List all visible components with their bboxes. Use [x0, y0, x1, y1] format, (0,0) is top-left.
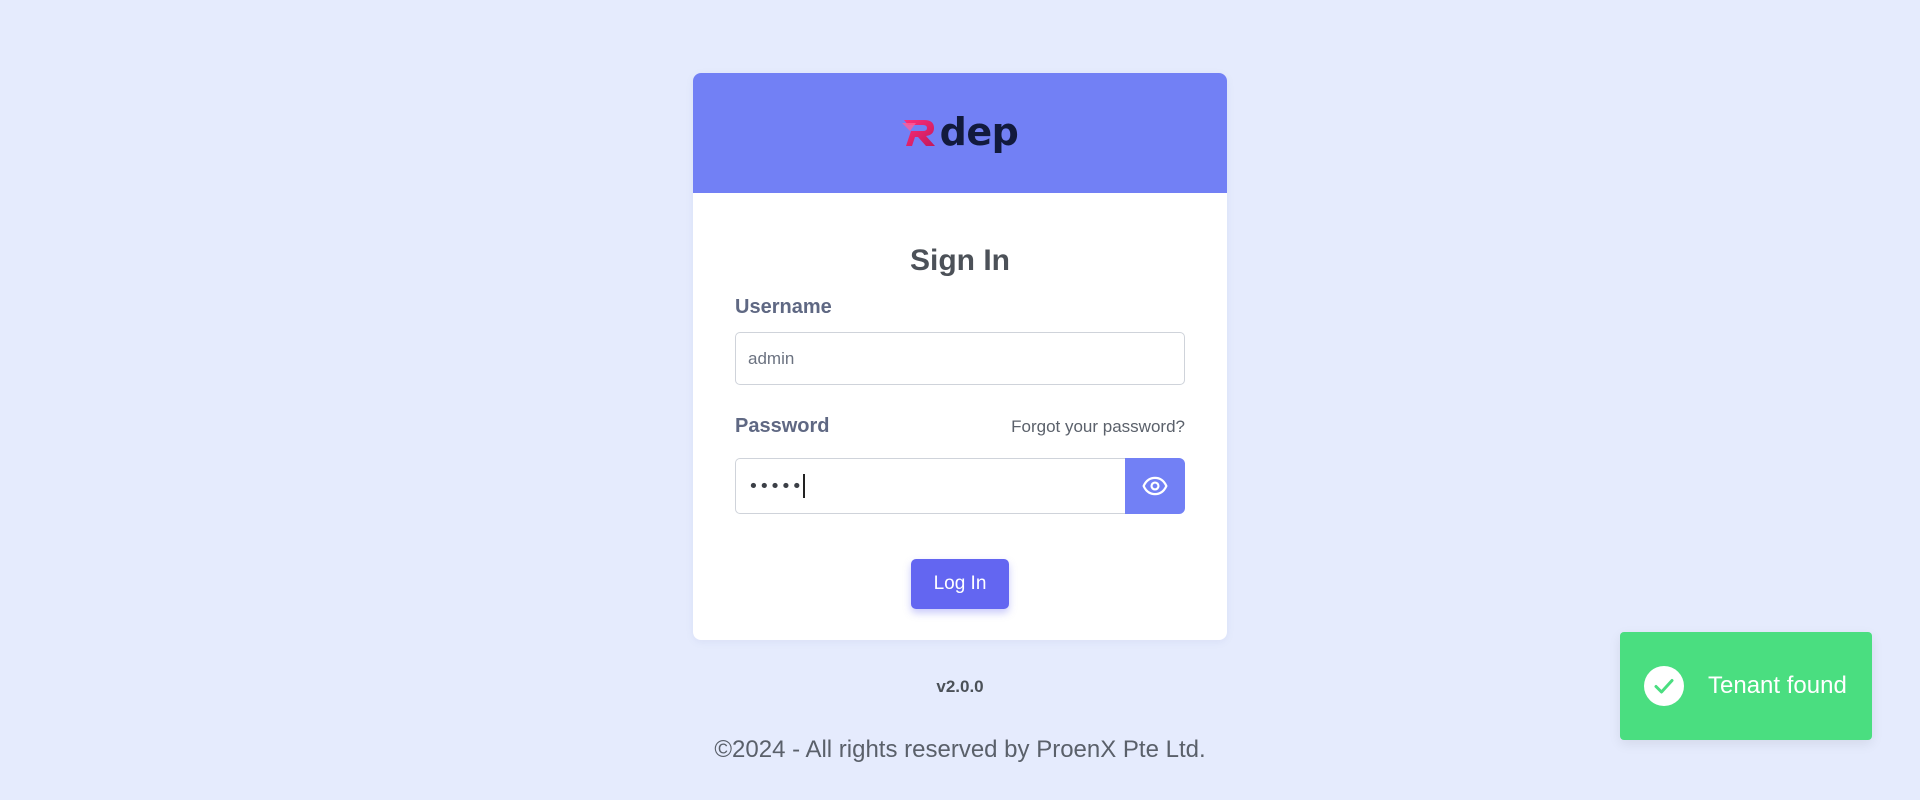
toggle-password-button[interactable]	[1125, 458, 1185, 514]
login-button[interactable]: Log In	[911, 559, 1009, 609]
login-card: dep Sign In Username Password Forgot you…	[693, 73, 1227, 640]
logo-text: dep	[939, 110, 1019, 154]
password-masked-value: •••••	[748, 475, 803, 497]
password-row: Password Forgot your password?	[735, 415, 1185, 441]
password-input[interactable]: •••••	[735, 458, 1125, 514]
text-caret	[803, 474, 805, 498]
logo-mark-icon	[901, 120, 935, 146]
toast-notification[interactable]: Tenant found	[1620, 632, 1872, 740]
username-label: Username	[735, 296, 832, 318]
card-header: dep	[693, 73, 1227, 193]
copyright-text: ©2024 - All rights reserved by ProenX Pt…	[714, 736, 1206, 763]
toast-message: Tenant found	[1708, 672, 1847, 699]
username-input[interactable]	[735, 332, 1185, 385]
password-label: Password	[735, 415, 830, 437]
page-title: Sign In	[910, 244, 1010, 277]
forgot-password-link[interactable]: Forgot your password?	[1011, 417, 1185, 437]
eye-icon	[1142, 476, 1168, 496]
logo: dep	[901, 110, 1019, 154]
password-group: •••••	[735, 458, 1185, 514]
check-circle-icon	[1644, 666, 1684, 706]
login-form: Sign In Username Password Forgot your pa…	[693, 241, 1227, 609]
login-button-wrap: Log In	[735, 559, 1185, 609]
